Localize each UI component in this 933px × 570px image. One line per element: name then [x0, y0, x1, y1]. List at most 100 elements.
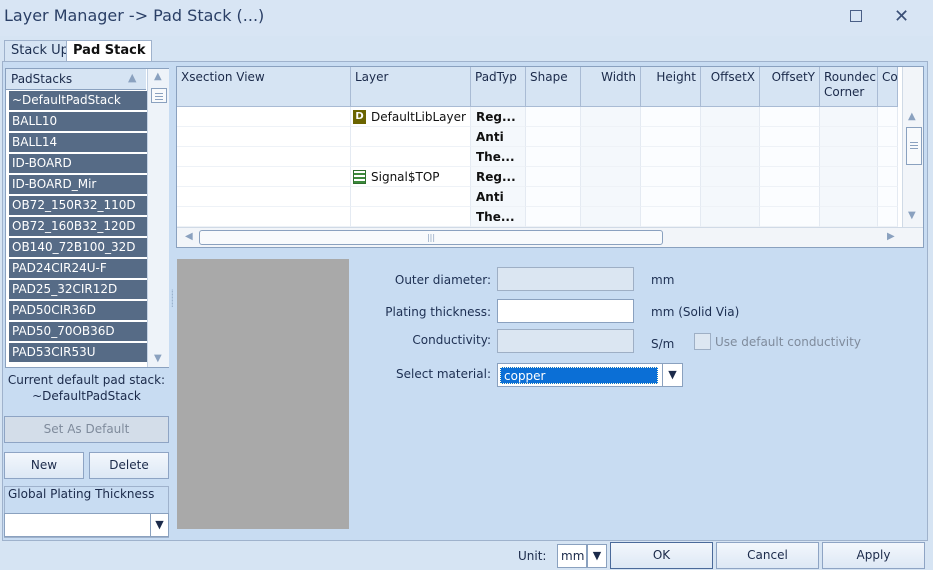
grid-cell[interactable]	[701, 127, 760, 147]
padstack-list-item[interactable]: PAD25_32CIR12D	[9, 280, 147, 299]
tab-pad-stack[interactable]: Pad Stack	[66, 40, 153, 62]
close-button[interactable]: ✕	[894, 6, 909, 27]
grid-cell[interactable]	[878, 147, 898, 167]
grid-cell[interactable]	[760, 147, 820, 167]
grid-cell[interactable]	[177, 167, 351, 187]
scroll-thumb[interactable]	[906, 127, 922, 165]
grid-cell[interactable]	[526, 187, 581, 207]
chevron-down-icon[interactable]: ▼	[150, 513, 169, 537]
scroll-down-icon[interactable]: ▼	[154, 353, 162, 364]
grid-column-header[interactable]: PadTyp	[471, 67, 526, 107]
padstack-list-item[interactable]: PAD53CIR53U	[9, 343, 147, 362]
padstack-list-item[interactable]: PAD50_70OB36D	[9, 322, 147, 341]
grid-cell[interactable]	[820, 167, 878, 187]
grid-cell[interactable]	[701, 167, 760, 187]
grid-cell[interactable]	[177, 187, 351, 207]
padstack-list-header[interactable]: PadStacks ▲	[6, 69, 146, 90]
scroll-down-icon[interactable]: ▼	[908, 210, 916, 221]
chevron-down-icon[interactable]: ▼	[662, 363, 683, 387]
grid-cell[interactable]	[701, 187, 760, 207]
grid-column-header[interactable]: Height	[641, 67, 701, 107]
cancel-button[interactable]: Cancel	[716, 542, 819, 569]
grid-cell[interactable]	[641, 187, 701, 207]
scroll-left-icon[interactable]: ◀	[185, 231, 193, 242]
panel-splitter[interactable]: ⁞ ⁞ ⁞	[171, 289, 174, 320]
grid-cell[interactable]	[581, 207, 641, 227]
padstack-list-item[interactable]: BALL10	[9, 112, 147, 131]
grid-cell[interactable]	[760, 167, 820, 187]
grid-cell[interactable]	[820, 107, 878, 127]
grid-cell[interactable]	[177, 147, 351, 167]
delete-button[interactable]: Delete	[89, 452, 169, 479]
grid-cell[interactable]	[351, 127, 471, 147]
grid-cell[interactable]	[701, 207, 760, 227]
grid-column-header[interactable]: Shape	[526, 67, 581, 107]
new-button[interactable]: New	[4, 452, 84, 479]
grid-cell[interactable]	[878, 167, 898, 187]
grid-cell[interactable]	[351, 187, 471, 207]
grid-cell[interactable]	[351, 147, 471, 167]
grid-cell[interactable]	[820, 127, 878, 147]
padstack-grid[interactable]: Xsection View Layer PadTyp Shape Width Height…	[176, 66, 924, 248]
grid-cell[interactable]	[641, 207, 701, 227]
padstack-list-item[interactable]: OB72_150R32_110D	[9, 196, 147, 215]
padstack-list-item[interactable]: BALL14	[9, 133, 147, 152]
outer-diameter-input[interactable]	[497, 267, 634, 291]
grid-cell[interactable]	[581, 107, 641, 127]
maximize-button[interactable]	[850, 10, 862, 22]
scroll-thumb[interactable]: |||	[199, 230, 663, 245]
grid-column-header[interactable]: Layer	[351, 67, 471, 107]
unit-select[interactable]: mm	[557, 544, 587, 568]
set-as-default-button[interactable]: Set As Default	[4, 416, 169, 443]
grid-column-header[interactable]: Co	[878, 67, 898, 107]
grid-cell[interactable]	[641, 127, 701, 147]
grid-cell[interactable]	[526, 207, 581, 227]
chevron-down-icon[interactable]: ▼	[587, 544, 607, 568]
padstack-list-item[interactable]: ID-BOARD_Mir	[9, 175, 147, 194]
grid-cell[interactable]	[641, 167, 701, 187]
scroll-up-icon[interactable]: ▲	[908, 111, 916, 122]
grid-cell[interactable]	[760, 107, 820, 127]
padstack-list-item[interactable]: PAD24CIR24U-F	[9, 259, 147, 278]
grid-cell[interactable]	[641, 147, 701, 167]
grid-cell[interactable]	[526, 107, 581, 127]
material-select[interactable]: copper	[497, 363, 663, 387]
plating-thickness-input[interactable]	[497, 299, 634, 323]
grid-cell[interactable]	[641, 107, 701, 127]
scroll-up-icon[interactable]: ▲	[154, 71, 162, 82]
grid-cell[interactable]	[581, 187, 641, 207]
grid-column-header[interactable]: OffsetX	[701, 67, 760, 107]
conductivity-input[interactable]	[497, 329, 634, 353]
scroll-thumb[interactable]	[151, 88, 167, 103]
grid-cell[interactable]	[177, 207, 351, 227]
grid-cell[interactable]	[526, 127, 581, 147]
grid-cell[interactable]	[177, 127, 351, 147]
grid-cell[interactable]	[177, 107, 351, 127]
scroll-right-icon[interactable]: ▶	[887, 231, 895, 242]
grid-cell[interactable]	[351, 207, 471, 227]
grid-cell[interactable]	[878, 207, 898, 227]
grid-column-header[interactable]: Width	[581, 67, 641, 107]
grid-cell[interactable]	[878, 187, 898, 207]
ok-button[interactable]: OK	[610, 542, 713, 569]
grid-cell[interactable]	[526, 147, 581, 167]
padstack-list-item[interactable]: ID-BOARD	[9, 154, 147, 173]
grid-cell[interactable]	[760, 207, 820, 227]
padstack-list[interactable]: PadStacks ▲ ~DefaultPadStack BALL10 BALL14…	[5, 68, 169, 368]
grid-horizontal-scrollbar[interactable]: ◀ ||| ▶	[177, 227, 923, 247]
grid-cell[interactable]	[760, 127, 820, 147]
grid-cell[interactable]	[878, 107, 898, 127]
padstack-list-item[interactable]: ~DefaultPadStack	[9, 91, 147, 110]
padstack-list-item[interactable]: PAD50CIR36D	[9, 301, 147, 320]
global-plating-input[interactable]	[4, 513, 152, 537]
grid-cell[interactable]	[760, 187, 820, 207]
padstack-scrollbar[interactable]: ▲ ▼	[147, 69, 169, 367]
grid-cell[interactable]	[820, 187, 878, 207]
grid-cell[interactable]	[820, 207, 878, 227]
grid-cell[interactable]	[820, 147, 878, 167]
grid-column-header[interactable]: OffsetY	[760, 67, 820, 107]
grid-vertical-scrollbar[interactable]: ▲ ▼	[902, 67, 923, 227]
padstack-list-item[interactable]: OB72_160B32_120D	[9, 217, 147, 236]
grid-cell[interactable]	[581, 127, 641, 147]
grid-cell[interactable]	[701, 107, 760, 127]
